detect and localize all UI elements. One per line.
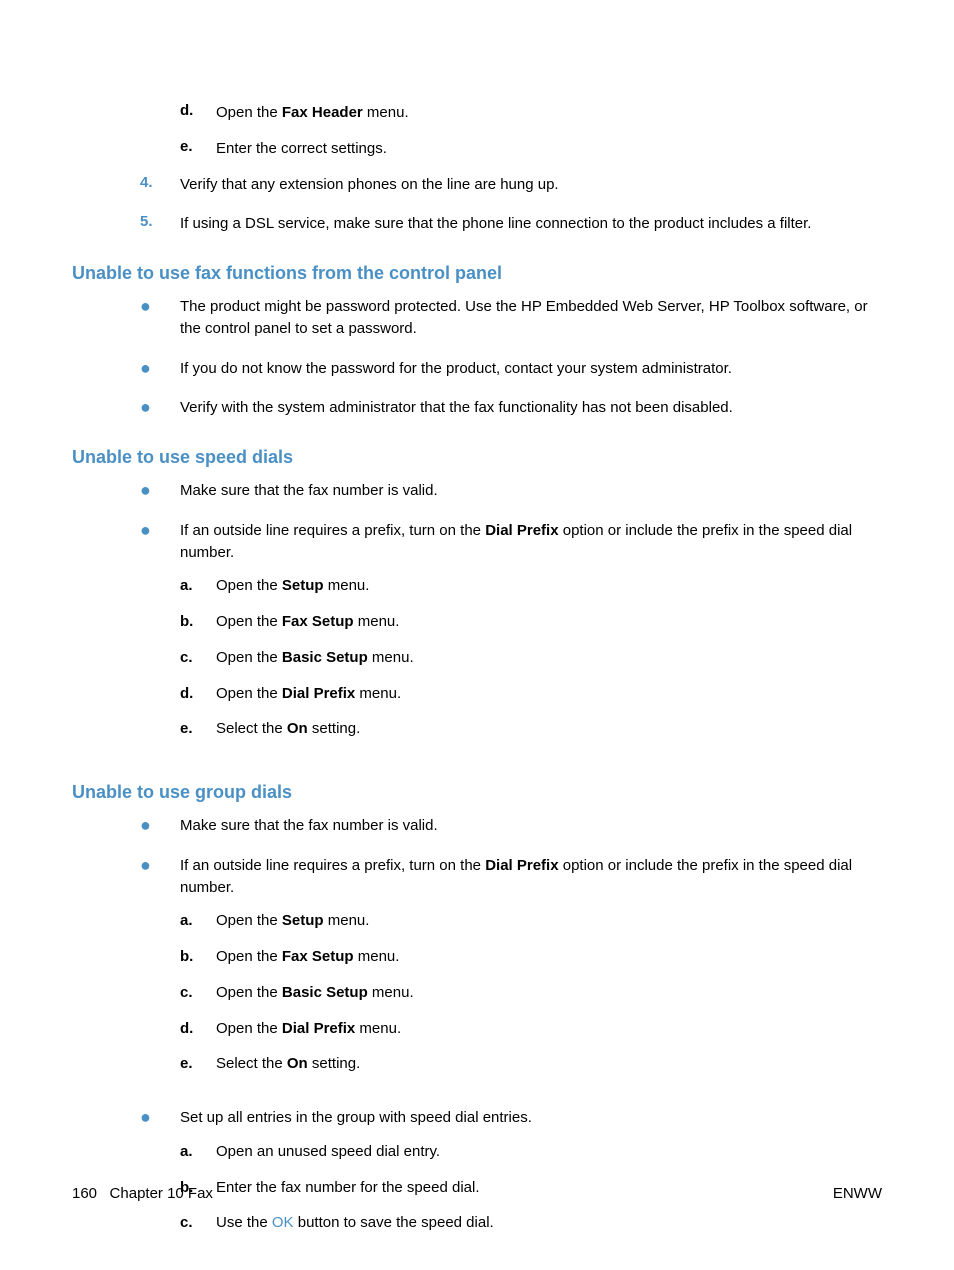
- list-item: c.Use the OK button to save the speed di…: [180, 1212, 882, 1234]
- list-item: ● If an outside line requires a prefix, …: [140, 855, 882, 1089]
- list-item: ●If you do not know the password for the…: [140, 358, 882, 380]
- list-text: If using a DSL service, make sure that t…: [180, 213, 882, 235]
- list-item: c.Open the Basic Setup menu.: [180, 647, 882, 669]
- alpha-marker: c.: [180, 982, 216, 1004]
- list-text: Open the Setup menu.: [216, 910, 882, 932]
- list-item: ● Make sure that the fax number is valid…: [140, 815, 882, 837]
- document-page: d.Open the Fax Header menu.e.Enter the c…: [0, 0, 954, 1270]
- list-text: Select the On setting.: [216, 1053, 882, 1075]
- list-text: Open the Fax Header menu.: [216, 102, 882, 124]
- alpha-marker: d.: [180, 683, 216, 705]
- list-text: Enter the correct settings.: [216, 138, 882, 160]
- list-item: e.Enter the correct settings.: [180, 138, 882, 160]
- bullet-icon: ●: [140, 855, 180, 1089]
- alpha-marker: c.: [180, 1212, 216, 1234]
- list-text: Use the OK button to save the speed dial…: [216, 1212, 882, 1234]
- alpha-marker: e.: [180, 138, 216, 160]
- list-item: ●The product might be password protected…: [140, 296, 882, 340]
- list-item: a.Open the Setup menu.: [180, 575, 882, 597]
- bullet-icon: ●: [140, 520, 180, 754]
- list-item: d.Open the Fax Header menu.: [180, 102, 882, 124]
- alpha-marker: a.: [180, 1141, 216, 1163]
- list-text: Open the Dial Prefix menu.: [216, 1018, 882, 1040]
- list-text: Open the Dial Prefix menu.: [216, 683, 882, 705]
- text-bold: Dial Prefix: [485, 522, 558, 539]
- list-text: Make sure that the fax number is valid.: [180, 480, 882, 502]
- list-text: If an outside line requires a prefix, tu…: [180, 855, 882, 1089]
- list-text: Open the Basic Setup menu.: [216, 982, 882, 1004]
- list-text: The product might be password protected.…: [180, 296, 882, 340]
- footer-right: ENWW: [833, 1185, 882, 1202]
- number-marker: 5.: [140, 213, 180, 235]
- bullet-icon: ●: [140, 1107, 180, 1248]
- list-text: Open an unused speed dial entry.: [216, 1141, 882, 1163]
- list-text: Open the Fax Setup menu.: [216, 946, 882, 968]
- list-item: ● Set up all entries in the group with s…: [140, 1107, 882, 1248]
- list-item: b.Open the Fax Setup menu.: [180, 946, 882, 968]
- bullet-list-sec2: ● Make sure that the fax number is valid…: [140, 480, 882, 754]
- list-text: Set up all entries in the group with spe…: [180, 1107, 882, 1248]
- alpha-marker: a.: [180, 575, 216, 597]
- list-text: If an outside line requires a prefix, tu…: [180, 520, 882, 754]
- list-item: e.Select the On setting.: [180, 1053, 882, 1075]
- section-heading-speed-dials: Unable to use speed dials: [72, 447, 882, 468]
- alpha-marker: e.: [180, 718, 216, 740]
- text-fragment: If an outside line requires a prefix, tu…: [180, 522, 485, 539]
- list-text: Select the On setting.: [216, 718, 882, 740]
- alpha-list-sec3a: a.Open the Setup menu.b.Open the Fax Set…: [180, 910, 882, 1075]
- chapter-label: Chapter 10 Fax: [110, 1185, 213, 1202]
- number-marker: 4.: [140, 174, 180, 196]
- page-content: d.Open the Fax Header menu.e.Enter the c…: [72, 102, 882, 1248]
- text-bold: Dial Prefix: [485, 857, 558, 874]
- list-item: 5.If using a DSL service, make sure that…: [140, 213, 882, 235]
- list-item: a.Open an unused speed dial entry.: [180, 1141, 882, 1163]
- list-text: Verify that any extension phones on the …: [180, 174, 882, 196]
- text-fragment: Set up all entries in the group with spe…: [180, 1109, 532, 1126]
- list-item: d.Open the Dial Prefix menu.: [180, 683, 882, 705]
- list-item: a.Open the Setup menu.: [180, 910, 882, 932]
- list-text: Open the Fax Setup menu.: [216, 611, 882, 633]
- bullet-list-sec1: ●The product might be password protected…: [140, 296, 882, 419]
- text-fragment: If an outside line requires a prefix, tu…: [180, 857, 485, 874]
- list-item: ● If an outside line requires a prefix, …: [140, 520, 882, 754]
- bullet-icon: ●: [140, 480, 180, 502]
- bullet-icon: ●: [140, 358, 180, 380]
- list-text: Open the Setup menu.: [216, 575, 882, 597]
- list-item: e.Select the On setting.: [180, 718, 882, 740]
- alpha-marker: d.: [180, 1018, 216, 1040]
- alpha-list-initial: d.Open the Fax Header menu.e.Enter the c…: [180, 102, 882, 160]
- list-text: If you do not know the password for the …: [180, 358, 882, 380]
- alpha-marker: b.: [180, 946, 216, 968]
- bullet-list-sec3: ● Make sure that the fax number is valid…: [140, 815, 882, 1248]
- list-text: Open the Basic Setup menu.: [216, 647, 882, 669]
- alpha-marker: d.: [180, 102, 216, 124]
- list-item: d.Open the Dial Prefix menu.: [180, 1018, 882, 1040]
- list-item: c.Open the Basic Setup menu.: [180, 982, 882, 1004]
- section-heading-group-dials: Unable to use group dials: [72, 782, 882, 803]
- list-text: Verify with the system administrator tha…: [180, 397, 882, 419]
- alpha-marker: a.: [180, 910, 216, 932]
- alpha-marker: b.: [180, 611, 216, 633]
- bullet-icon: ●: [140, 397, 180, 419]
- list-item: ●Verify with the system administrator th…: [140, 397, 882, 419]
- bullet-icon: ●: [140, 296, 180, 340]
- list-text: Make sure that the fax number is valid.: [180, 815, 882, 837]
- ok-button-reference: OK: [272, 1214, 294, 1231]
- alpha-list-sec2: a.Open the Setup menu.b.Open the Fax Set…: [180, 575, 882, 740]
- list-item: 4.Verify that any extension phones on th…: [140, 174, 882, 196]
- numbered-list-initial: 4.Verify that any extension phones on th…: [140, 174, 882, 236]
- list-item: ● Make sure that the fax number is valid…: [140, 480, 882, 502]
- section-heading-control-panel: Unable to use fax functions from the con…: [72, 263, 882, 284]
- page-footer: 160 Chapter 10 Fax ENWW: [72, 1185, 882, 1202]
- footer-left: 160 Chapter 10 Fax: [72, 1185, 213, 1202]
- list-item: b.Open the Fax Setup menu.: [180, 611, 882, 633]
- alpha-marker: c.: [180, 647, 216, 669]
- alpha-marker: e.: [180, 1053, 216, 1075]
- page-number: 160: [72, 1185, 97, 1202]
- bullet-icon: ●: [140, 815, 180, 837]
